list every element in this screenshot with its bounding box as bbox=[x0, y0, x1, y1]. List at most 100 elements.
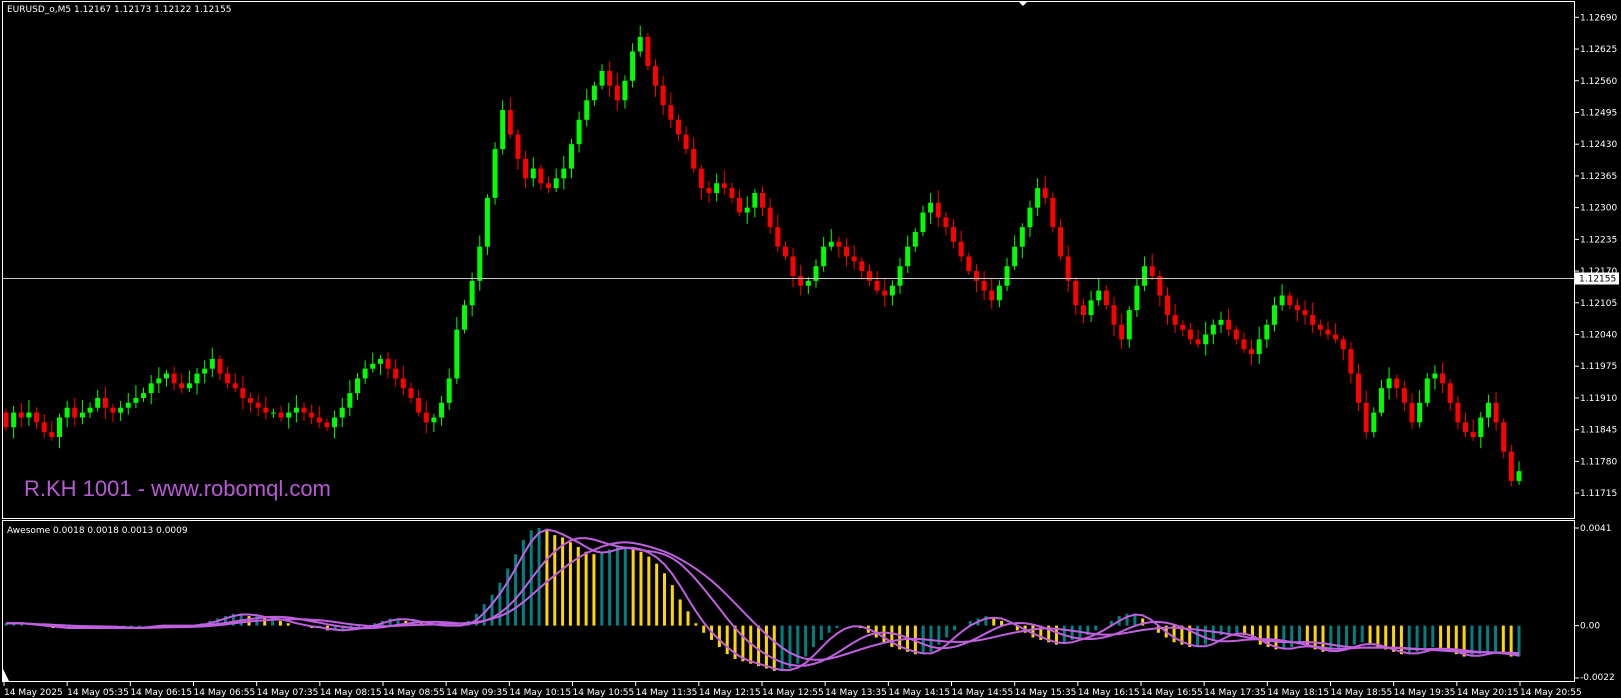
candle-body bbox=[866, 271, 872, 281]
candle-body bbox=[584, 100, 590, 120]
candle-body bbox=[1417, 402, 1423, 423]
time-tick-label: 14 May 16:55 bbox=[1141, 688, 1203, 698]
candle-body bbox=[1455, 402, 1461, 423]
candle-body bbox=[653, 66, 659, 86]
candle-body bbox=[339, 407, 345, 418]
candle-body bbox=[675, 119, 681, 135]
chart-background bbox=[0, 0, 1621, 698]
time-tick-label: 14 May 11:35 bbox=[636, 688, 698, 698]
candle-body bbox=[1386, 378, 1392, 389]
candle-body bbox=[1210, 324, 1216, 335]
candle-body bbox=[530, 168, 536, 179]
candle-body bbox=[194, 373, 200, 384]
candle-body bbox=[1142, 266, 1148, 286]
candle-body bbox=[500, 110, 506, 150]
candle-body bbox=[1409, 402, 1415, 423]
candle-body bbox=[1149, 266, 1155, 276]
price-tick-label: 1.12560 bbox=[1580, 77, 1617, 87]
candle-body bbox=[691, 149, 697, 169]
candle-body bbox=[125, 402, 131, 408]
candle-body bbox=[767, 207, 773, 228]
candle-body bbox=[1012, 246, 1018, 267]
candle-body bbox=[698, 168, 704, 189]
time-tick-label: 14 May 17:35 bbox=[1204, 688, 1266, 698]
candle-body bbox=[1287, 295, 1293, 306]
candle-body bbox=[859, 261, 865, 272]
candle-body bbox=[1302, 310, 1308, 315]
candle-body bbox=[370, 363, 376, 369]
candle-body bbox=[1134, 285, 1140, 311]
time-tick-label: 14 May 14:15 bbox=[888, 688, 950, 698]
candle-body bbox=[393, 368, 399, 379]
candle-body bbox=[1172, 315, 1178, 325]
candle-body bbox=[760, 193, 765, 208]
candle-body bbox=[431, 417, 437, 423]
price-tick-label: 1.11715 bbox=[1580, 489, 1617, 499]
candle-body bbox=[912, 232, 918, 247]
candle-body bbox=[1080, 305, 1086, 315]
candle-body bbox=[752, 193, 758, 208]
candle-body bbox=[263, 407, 269, 413]
candle-body bbox=[1333, 334, 1339, 340]
candle-body bbox=[1271, 305, 1277, 325]
time-tick-label: 14 May 18:15 bbox=[1267, 688, 1329, 698]
candle-body bbox=[423, 412, 429, 423]
time-tick-label: 14 May 15:35 bbox=[1015, 688, 1077, 698]
time-tick-label: 14 May 05:35 bbox=[67, 688, 129, 698]
candle-body bbox=[1493, 402, 1499, 423]
candle-body bbox=[897, 266, 903, 286]
price-tick-label: 1.12300 bbox=[1580, 204, 1617, 214]
candle-body bbox=[416, 397, 422, 413]
candle-body bbox=[309, 412, 315, 418]
candle-body bbox=[844, 246, 850, 257]
candle-body bbox=[1249, 349, 1255, 355]
candle-body bbox=[966, 256, 972, 272]
price-tick-label: 1.11780 bbox=[1580, 457, 1617, 467]
candle-body bbox=[209, 358, 215, 369]
candle-body bbox=[1440, 373, 1446, 384]
time-tick-label: 14 May 2025 bbox=[4, 688, 63, 698]
candle-body bbox=[79, 412, 85, 418]
candle-body bbox=[477, 246, 483, 281]
candle-body bbox=[1096, 290, 1102, 301]
candle-body bbox=[1432, 373, 1438, 379]
trading-chart-window[interactable]: EURUSD_o,M5 1.12167 1.12173 1.12122 1.12… bbox=[0, 0, 1621, 698]
price-tick-label: 1.12690 bbox=[1580, 13, 1617, 23]
price-tick-label: 1.11910 bbox=[1580, 394, 1617, 404]
time-tick-label: 14 May 06:55 bbox=[194, 688, 256, 698]
candle-body bbox=[989, 290, 995, 301]
candle-body bbox=[798, 275, 804, 286]
price-tick-label: 1.11975 bbox=[1580, 362, 1617, 372]
candle-body bbox=[225, 373, 231, 384]
candle-body bbox=[293, 407, 299, 413]
candle-body bbox=[523, 158, 529, 179]
candle-body bbox=[400, 378, 406, 389]
candle-body bbox=[72, 407, 78, 418]
candle-body bbox=[316, 417, 322, 423]
candle-body bbox=[920, 212, 926, 233]
candle-body bbox=[1180, 324, 1186, 330]
candle-body bbox=[408, 388, 414, 398]
candle-body bbox=[1103, 290, 1109, 306]
candle-body bbox=[729, 188, 735, 198]
chart-canvas[interactable]: EURUSD_o,M5 1.12167 1.12173 1.12122 1.12… bbox=[0, 0, 1621, 698]
candle-body bbox=[874, 280, 880, 291]
candle-body bbox=[64, 407, 70, 418]
candle-body bbox=[561, 168, 567, 179]
candle-body bbox=[1447, 383, 1453, 403]
candle-body bbox=[630, 51, 636, 81]
time-tick-label: 14 May 12:15 bbox=[699, 688, 761, 698]
candle-body bbox=[637, 36, 643, 52]
candle-body bbox=[102, 397, 108, 408]
candle-body bbox=[248, 397, 254, 403]
candle-body bbox=[18, 412, 24, 418]
candle-body bbox=[943, 217, 949, 228]
price-tick-label: 1.12040 bbox=[1580, 331, 1617, 341]
candle-body bbox=[744, 207, 750, 213]
time-tick-label: 14 May 19:35 bbox=[1394, 688, 1456, 698]
candle-body bbox=[118, 407, 124, 413]
candle-body bbox=[1463, 422, 1469, 433]
indicator-tick-label: -0.0022 bbox=[1580, 673, 1615, 683]
candle-body bbox=[645, 36, 651, 67]
candle-body bbox=[1256, 339, 1262, 355]
